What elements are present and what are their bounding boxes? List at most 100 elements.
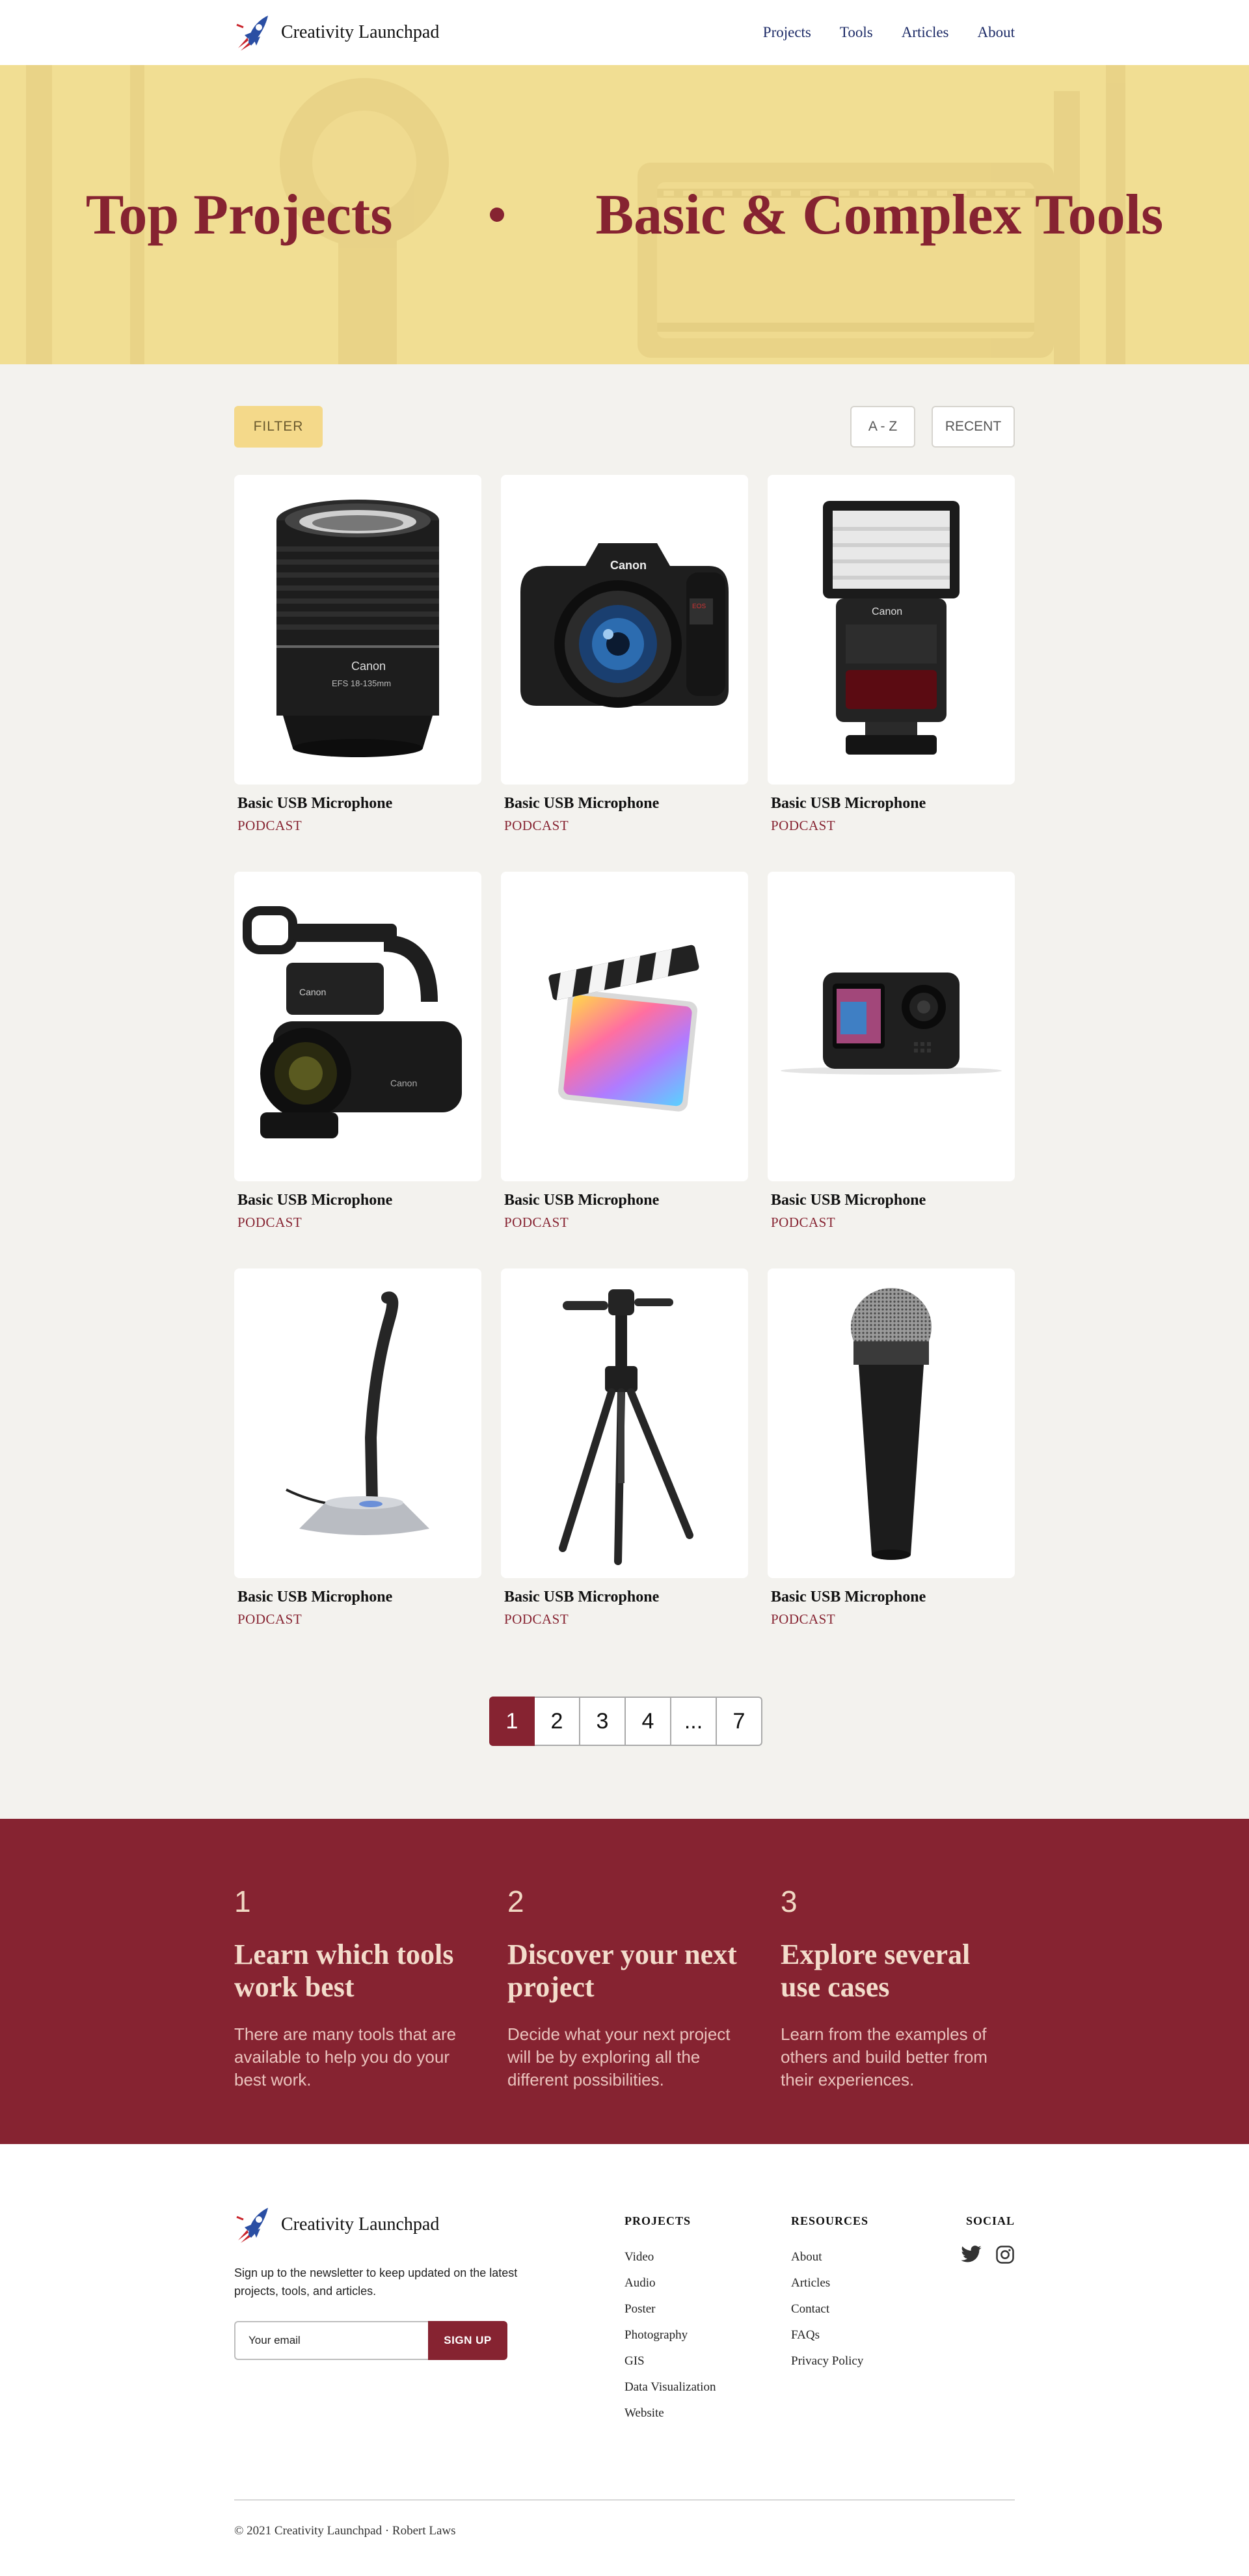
footer: Creativity Launchpad Sign up to the news… xyxy=(0,2144,1249,2576)
tool-card-tag[interactable]: PODCAST xyxy=(771,1214,1015,1231)
tool-card-tag[interactable]: PODCAST xyxy=(504,1611,748,1628)
footer-link-data-visualization[interactable]: Data Visualization xyxy=(624,2380,716,2406)
camera-flash-icon: Canon xyxy=(823,501,960,755)
tool-card-tag[interactable]: PODCAST xyxy=(771,818,1015,834)
nav-link-about[interactable]: About xyxy=(978,24,1015,41)
twitter-icon[interactable] xyxy=(960,2245,982,2264)
nav-links: Projects Tools Articles About xyxy=(763,0,1015,65)
svg-text:Canon: Canon xyxy=(390,1078,417,1088)
tool-card-title: Basic USB Microphone xyxy=(237,1192,393,1209)
camcorder-icon: Canon Canon xyxy=(243,906,462,1138)
footer-link-privacy-policy[interactable]: Privacy Policy xyxy=(791,2354,868,2380)
tool-card[interactable]: Basic USB Microphone PODCAST xyxy=(768,1268,1015,1665)
tool-card[interactable]: Basic USB Microphone PODCAST xyxy=(501,1268,748,1665)
tool-card-image: Canon Canon xyxy=(234,872,481,1181)
tool-card-title: Basic USB Microphone xyxy=(504,795,660,812)
handheld-microphone-icon xyxy=(851,1288,932,1560)
tool-card-title: Basic USB Microphone xyxy=(504,1589,660,1605)
hero-title-projects: Top Projects xyxy=(85,183,393,247)
svg-text:Canon: Canon xyxy=(299,987,326,997)
tool-card-image: Canon EFS 18-135mm xyxy=(234,475,481,785)
footer-projects-column: PROJECTS Video Audio Poster Photography … xyxy=(624,2214,716,2432)
tool-card-image xyxy=(768,872,1015,1181)
copyright-text: © 2021 Creativity Launchpad · Robert Law… xyxy=(234,2524,456,2538)
footer-link-photography[interactable]: Photography xyxy=(624,2328,716,2354)
hero-separator-dot xyxy=(490,208,505,222)
footer-link-about[interactable]: About xyxy=(791,2250,868,2276)
tool-card-image: Canon xyxy=(768,475,1015,785)
page-button-1[interactable]: 1 xyxy=(489,1697,535,1746)
email-input[interactable] xyxy=(234,2321,428,2360)
tool-card-tag[interactable]: PODCAST xyxy=(237,818,481,834)
footer-link-poster[interactable]: Poster xyxy=(624,2302,716,2328)
page-button-2[interactable]: 2 xyxy=(535,1697,580,1746)
tool-card[interactable]: Canon EOS Basic USB Microphone PODCAST xyxy=(501,475,748,872)
tripod-icon xyxy=(559,1289,693,1565)
footer-link-video[interactable]: Video xyxy=(624,2250,716,2276)
pagination: 1 2 3 4 ... 7 xyxy=(489,1697,762,1746)
footer-brand-name: Creativity Launchpad xyxy=(281,2214,440,2234)
dslr-camera-icon: Canon EOS xyxy=(520,543,729,708)
step-title: Learn which tools work best xyxy=(234,1939,454,2003)
footer-social-column: SOCIAL xyxy=(960,2214,1015,2264)
nav-link-projects[interactable]: Projects xyxy=(763,24,811,41)
nav-link-tools[interactable]: Tools xyxy=(840,24,873,41)
tool-card-tag[interactable]: PODCAST xyxy=(237,1611,481,1628)
action-camera-icon xyxy=(781,973,1002,1075)
filter-button[interactable]: FILTER xyxy=(234,406,323,448)
tool-card-tag[interactable]: PODCAST xyxy=(504,818,748,834)
footer-brand-link[interactable]: Creativity Launchpad xyxy=(234,2205,439,2244)
tool-card-image xyxy=(234,1268,481,1578)
tool-card-title: Basic USB Microphone xyxy=(504,1192,660,1209)
tool-card[interactable]: Canon EFS 18-135mm Basic USB Microphone … xyxy=(234,475,481,872)
step-3: 3 Explore several use cases Learn from t… xyxy=(781,1884,1015,2091)
svg-text:EFS 18-135mm: EFS 18-135mm xyxy=(332,678,391,688)
tool-card[interactable]: Canon Basic USB Microphone PODCAST xyxy=(768,475,1015,872)
footer-link-audio[interactable]: Audio xyxy=(624,2276,716,2302)
tool-card-tag[interactable]: PODCAST xyxy=(237,1214,481,1231)
newsletter-form: SIGN UP xyxy=(234,2321,507,2360)
tool-card-title: Basic USB Microphone xyxy=(771,795,926,812)
instagram-icon[interactable] xyxy=(995,2245,1015,2264)
tool-card[interactable]: Basic USB Microphone PODCAST xyxy=(501,872,748,1268)
footer-link-faqs[interactable]: FAQs xyxy=(791,2328,868,2354)
final-cut-pro-icon xyxy=(548,945,699,1112)
tool-card-title: Basic USB Microphone xyxy=(237,1589,393,1605)
footer-link-gis[interactable]: GIS xyxy=(624,2354,716,2380)
step-title: Explore several use cases xyxy=(781,1939,971,2003)
newsletter-description: Sign up to the newsletter to keep update… xyxy=(234,2266,518,2298)
page-ellipsis: ... xyxy=(671,1697,717,1746)
step-text: Learn from the examples of others and bu… xyxy=(781,2024,987,2089)
nav-link-articles[interactable]: Articles xyxy=(902,24,949,41)
footer-link-contact[interactable]: Contact xyxy=(791,2302,868,2328)
svg-text:Canon: Canon xyxy=(351,660,386,673)
footer-column-title: SOCIAL xyxy=(965,2214,1015,2227)
footer-link-articles[interactable]: Articles xyxy=(791,2276,868,2302)
social-icons xyxy=(960,2245,1015,2264)
footer-link-website[interactable]: Website xyxy=(624,2406,716,2432)
tool-card-tag[interactable]: PODCAST xyxy=(504,1214,748,1231)
brand-logo-link[interactable]: Creativity Launchpad xyxy=(234,12,439,53)
step-text: There are many tools that are available … xyxy=(234,2024,457,2089)
tool-card[interactable]: Canon Canon Basic USB Microphone PODCAST xyxy=(234,872,481,1268)
rocket-logo-icon xyxy=(236,16,268,51)
hero-title-tools: Basic & Complex Tools xyxy=(595,183,1164,247)
gooseneck-microphone-icon xyxy=(286,1291,429,1535)
hero-titles: Top Projects Basic & Complex Tools xyxy=(0,65,1249,364)
svg-text:Canon: Canon xyxy=(610,559,647,572)
page-button-7[interactable]: 7 xyxy=(717,1697,762,1746)
tool-card-image xyxy=(501,1268,748,1578)
tools-grid: Canon EFS 18-135mm Basic USB Microphone … xyxy=(234,475,1015,1665)
tool-card[interactable]: Basic USB Microphone PODCAST xyxy=(768,872,1015,1268)
tool-card-image xyxy=(501,872,748,1181)
sort-az-button[interactable]: A - Z xyxy=(850,406,915,448)
tool-card[interactable]: Basic USB Microphone PODCAST xyxy=(234,1268,481,1665)
page-button-4[interactable]: 4 xyxy=(626,1697,671,1746)
signup-button[interactable]: SIGN UP xyxy=(428,2321,507,2360)
tool-card-title: Basic USB Microphone xyxy=(237,795,393,812)
sort-recent-button[interactable]: RECENT xyxy=(932,406,1015,448)
steps-section: 1 Learn which tools work best There are … xyxy=(0,1819,1249,2144)
tool-card-tag[interactable]: PODCAST xyxy=(771,1611,1015,1628)
page-button-3[interactable]: 3 xyxy=(580,1697,626,1746)
step-1: 1 Learn which tools work best There are … xyxy=(234,1884,468,2091)
